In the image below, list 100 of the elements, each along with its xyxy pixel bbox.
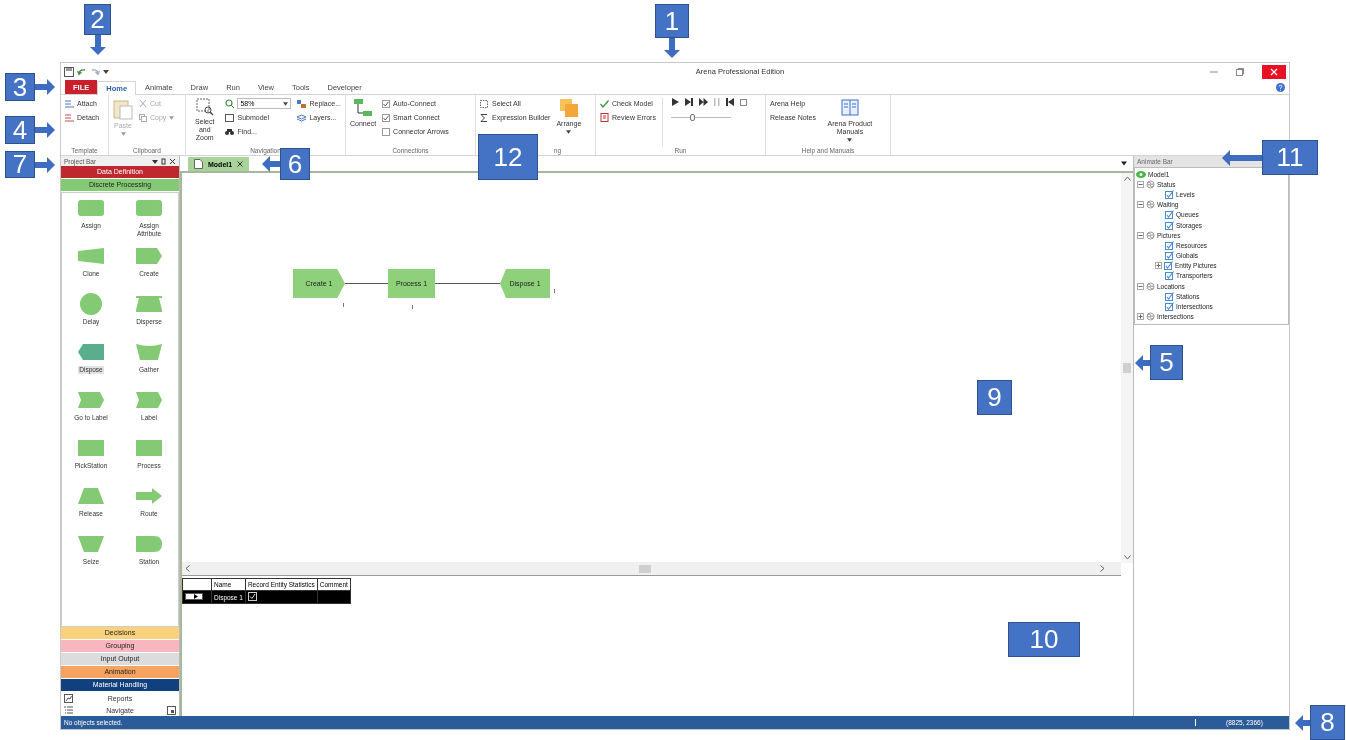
arrow-icon [1222,149,1262,166]
arrow-icon [664,38,680,58]
step-icon[interactable] [684,98,693,106]
module-shape-icon[interactable] [78,341,104,363]
gear-icon [1146,179,1155,189]
document-icon [194,159,203,169]
module-shape-icon[interactable] [78,437,104,459]
gear-icon [1146,312,1155,322]
callout-number: 10 [1008,622,1080,657]
arrow-icon [35,122,55,138]
close-icon[interactable] [237,161,244,167]
module-shape-icon[interactable] [78,245,104,267]
connect-icon [353,98,374,118]
restore-icon[interactable] [1236,67,1244,76]
callout-number: 9 [977,380,1012,415]
module-shape-icon[interactable] [78,485,104,507]
expander-icon[interactable] [1137,201,1144,209]
arrange-icon [558,98,579,118]
expander-icon[interactable] [1137,282,1144,290]
fast-forward-icon[interactable] [698,98,708,106]
callout-number: 4 [5,116,35,144]
callout-number: 2 [84,4,111,35]
callout-number: 12 [478,134,538,180]
stop-icon[interactable] [739,98,747,106]
layers-icon [297,113,307,122]
caret-icon[interactable] [103,68,109,75]
play-icon[interactable] [670,98,679,106]
help-icon[interactable] [1276,82,1285,92]
caret-icon [847,138,853,143]
scroll-thumb[interactable] [1123,363,1131,373]
callout-number: 5 [1150,345,1183,380]
zoom-icon[interactable] [225,99,235,108]
gear-icon [1146,230,1155,240]
vertical-scrollbar[interactable] [1121,173,1133,563]
callout-number: 7 [5,151,35,178]
callout-number: 1 [655,4,689,38]
sigma-icon [480,113,489,122]
anchor-mark [343,303,344,307]
module-shape-icon[interactable] [136,245,162,267]
checkbox[interactable] [1165,189,1174,199]
caret-icon [283,101,289,106]
arrow-icon [1295,714,1310,731]
expander-icon[interactable] [1137,231,1144,239]
caret-icon[interactable] [1121,161,1127,166]
checkbox[interactable] [1165,220,1174,230]
module-shape-icon[interactable] [78,389,104,411]
module-shape-icon[interactable] [136,437,162,459]
connector-line [435,281,500,286]
checkbox[interactable] [1165,291,1174,301]
anchor-mark [554,289,555,293]
scroll-thumb[interactable] [639,564,651,573]
checkbox[interactable] [1164,261,1173,271]
module-shape-icon[interactable] [136,485,162,507]
arrow-icon [35,79,55,95]
circle-icon[interactable] [78,293,104,315]
expander-icon[interactable] [1155,262,1162,270]
expander-icon[interactable] [1137,313,1144,321]
undo-icon[interactable] [77,66,87,77]
thumbnail-icon[interactable] [167,705,176,715]
panel-controls-icon[interactable] [152,157,176,165]
zoom-selection-icon [195,98,214,116]
checkbox[interactable] [1165,240,1174,250]
gear-icon [1146,200,1155,210]
checkbox[interactable] [1165,210,1174,220]
module-shape-icon[interactable] [78,197,104,219]
checkbox[interactable] [382,127,391,136]
module-shape-icon[interactable] [136,341,162,363]
checkbox[interactable] [1165,251,1174,261]
arrow-icon [1135,354,1150,371]
replace-icon [297,99,307,108]
arrow-icon [89,35,106,55]
checkbox[interactable] [382,113,391,122]
start-icon[interactable] [725,98,734,106]
pause-icon[interactable] [713,98,720,106]
module-shape-icon[interactable] [136,197,162,219]
book-icon [839,98,860,118]
binoculars-icon [225,127,235,136]
window-icon [225,113,235,122]
module-shape-icon[interactable] [78,533,104,555]
copy-icon [139,113,147,122]
report-icon [64,693,73,703]
checkbox[interactable] [382,99,391,108]
arrow-icon [262,156,280,172]
checkbox[interactable] [247,592,257,601]
selection-icon [480,99,489,108]
check-icon [600,99,609,108]
callout-number: 8 [1310,705,1345,740]
callout-number: 11 [1262,140,1318,175]
checkbox[interactable] [1165,302,1174,312]
list-icon [65,113,74,122]
eye-icon [1136,170,1146,178]
module-shape-icon[interactable] [136,389,162,411]
module-shape-icon[interactable] [136,533,162,555]
checkbox[interactable] [1165,271,1174,281]
expander-icon[interactable] [1137,180,1144,188]
module-shape-icon[interactable] [136,293,162,315]
save-icon[interactable] [64,66,74,77]
row-pointer-icon[interactable] [185,593,203,600]
horizontal-scrollbar[interactable] [182,562,1121,576]
close-button[interactable] [1262,64,1286,79]
